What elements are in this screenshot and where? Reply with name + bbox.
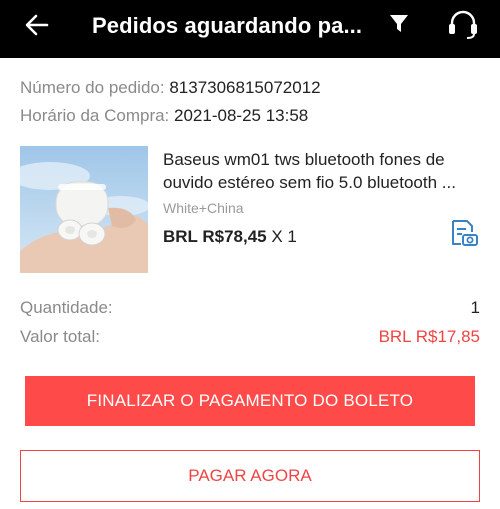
product-price: BRL R$78,45 bbox=[163, 227, 267, 246]
order-number-label: Número do pedido: bbox=[20, 78, 165, 97]
arrow-left-icon bbox=[25, 14, 49, 36]
product-price-row: BRL R$78,45 X 1 bbox=[163, 227, 297, 247]
support-button[interactable] bbox=[446, 8, 480, 42]
purchase-time-value: 2021-08-25 13:58 bbox=[174, 106, 309, 125]
product-variant: White+China bbox=[163, 200, 244, 216]
product-title[interactable]: Baseus wm01 tws bluetooth fones de ouvid… bbox=[163, 148, 473, 194]
purchase-time-label: Horário da Compra: bbox=[20, 106, 170, 125]
order-snapshot-button[interactable] bbox=[446, 216, 480, 250]
pay-now-button[interactable]: PAGAR AGORA bbox=[20, 450, 480, 502]
quantity-row: Quantidade: 1 bbox=[20, 298, 480, 318]
product-quantity: X 1 bbox=[271, 227, 297, 246]
page-title: Pedidos aguardando pa... bbox=[92, 13, 363, 38]
total-row: Valor total: BRL R$17,85 bbox=[20, 327, 480, 347]
order-number-row: Número do pedido: 8137306815072012 bbox=[20, 78, 321, 98]
quantity-value: 1 bbox=[470, 298, 480, 317]
order-number-value: 8137306815072012 bbox=[169, 78, 321, 97]
product-image[interactable] bbox=[20, 146, 148, 273]
quantity-label: Quantidade: bbox=[20, 298, 113, 317]
headset-icon bbox=[449, 10, 477, 39]
receipt-camera-icon bbox=[452, 220, 478, 246]
back-button[interactable] bbox=[22, 10, 52, 40]
finalize-boleto-button[interactable]: FINALIZAR O PAGAMENTO DO BOLETO bbox=[25, 376, 475, 426]
filter-button[interactable] bbox=[385, 10, 413, 38]
purchase-time-row: Horário da Compra: 2021-08-25 13:58 bbox=[20, 106, 308, 126]
filter-icon bbox=[390, 15, 408, 32]
earbuds-photo bbox=[20, 146, 148, 273]
total-label: Valor total: bbox=[20, 327, 101, 346]
app-header: Pedidos aguardando pa... bbox=[0, 0, 500, 58]
total-value: BRL R$17,85 bbox=[378, 327, 480, 346]
